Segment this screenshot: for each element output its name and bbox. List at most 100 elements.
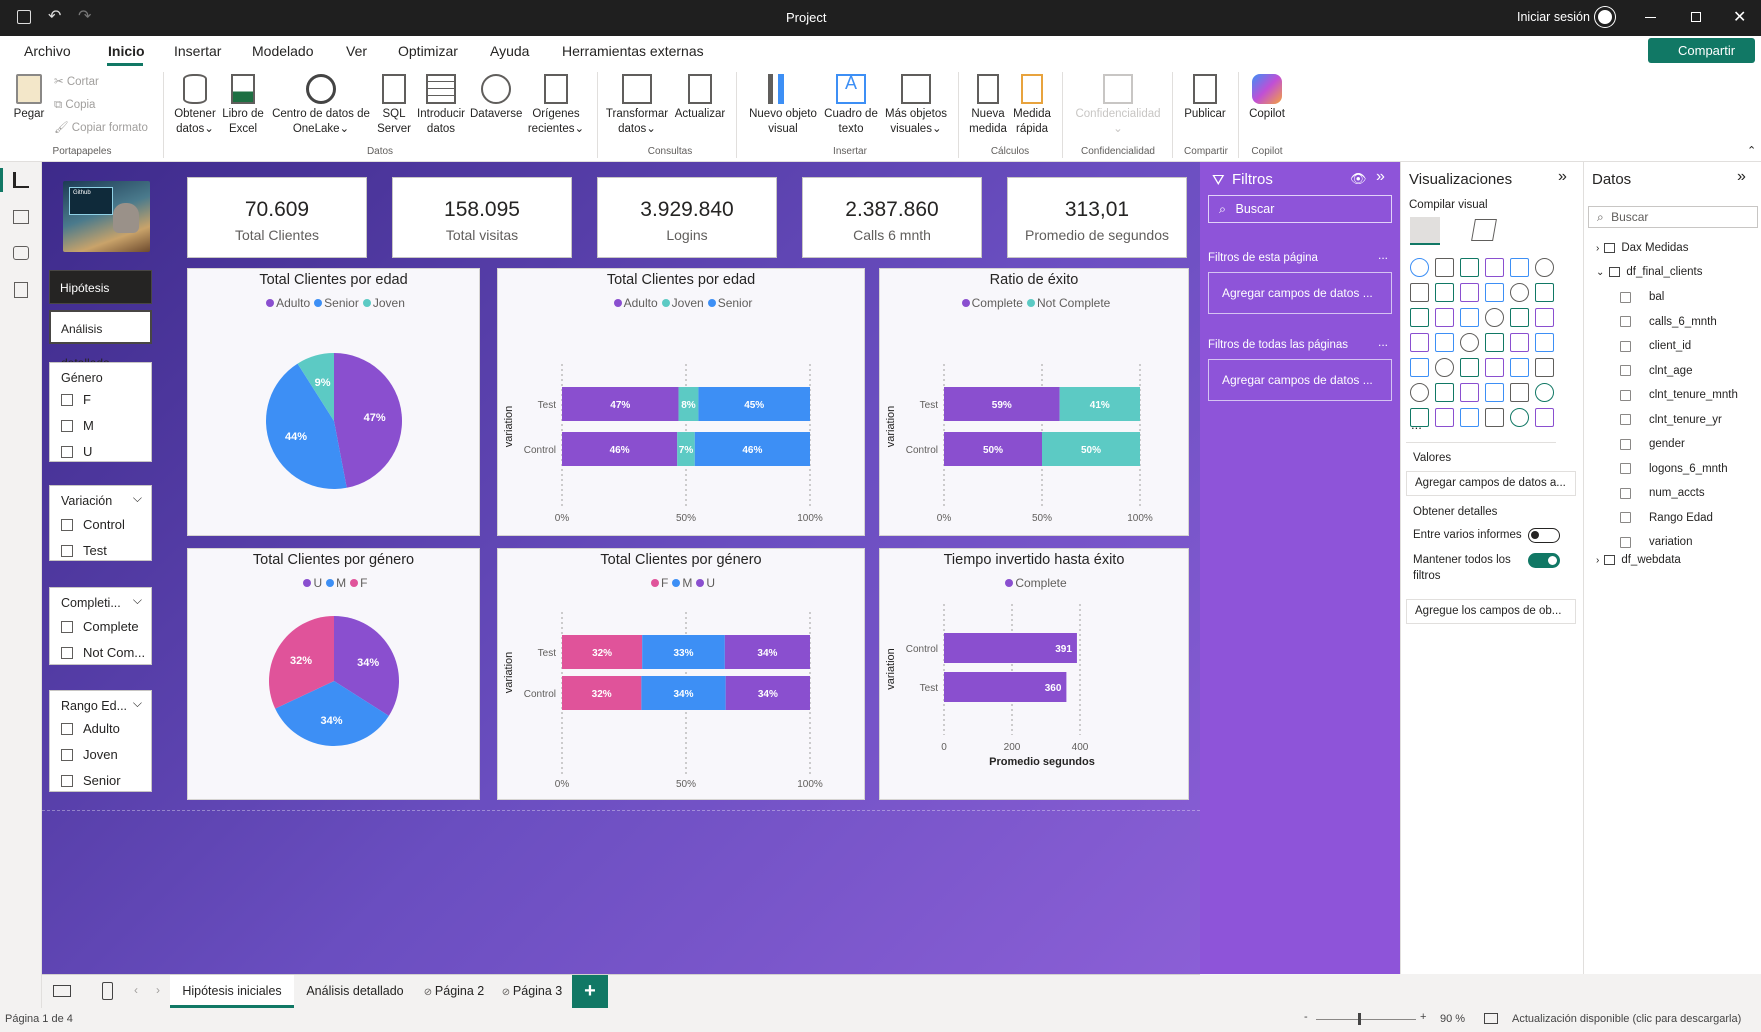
enter-data-button[interactable]: Introducir datos [414, 74, 468, 137]
visual-type-icon[interactable] [1510, 333, 1529, 352]
minimize-icon[interactable] [1645, 17, 1656, 18]
slicer-variacion[interactable]: Variación ⌵ Control Test [49, 485, 152, 561]
fit-to-page-icon[interactable] [1484, 1013, 1498, 1024]
visual-type-icon[interactable] [1510, 408, 1529, 427]
sql-server-button[interactable]: SQL Server [376, 74, 412, 137]
model-view-icon[interactable] [13, 246, 29, 260]
checkbox[interactable] [61, 393, 73, 406]
checkbox[interactable] [1620, 389, 1631, 401]
zoom-slider-thumb[interactable] [1358, 1013, 1361, 1025]
report-canvas[interactable]: Github Hipótesis iniciales Análisis deta… [42, 162, 1200, 974]
kpi-card-logins[interactable]: 3.929.840 Logins [597, 177, 777, 258]
format-painter-button[interactable]: 🖌 Copiar formato [54, 121, 148, 136]
visual-type-icon[interactable] [1485, 308, 1504, 327]
checkbox[interactable] [61, 722, 73, 735]
chart-bar-tiempo-exito[interactable]: Tiempo invertido hasta éxito Complete 02… [879, 548, 1189, 800]
field-item[interactable]: client_id [1620, 340, 1691, 352]
slicer-rango-edad[interactable]: Rango Ed... ⌵ Adulto Joven Senior [49, 690, 152, 792]
slicer-option-u[interactable]: U [61, 444, 92, 459]
chevron-down-icon[interactable]: ⌵ [133, 696, 142, 711]
sensitivity-button[interactable]: Confidencialidad ⌄ [1070, 74, 1166, 137]
checkbox[interactable] [1620, 365, 1631, 376]
maximize-icon[interactable] [1691, 12, 1701, 22]
field-item[interactable]: Rango Edad [1620, 512, 1713, 524]
zoom-out-button[interactable]: - [1304, 1011, 1308, 1023]
visual-type-icon[interactable] [1460, 258, 1479, 277]
checkbox[interactable] [1620, 463, 1631, 474]
tab-analisis-detallado[interactable]: Análisis detallado [296, 975, 414, 1008]
slicer-option-f[interactable]: F [61, 392, 91, 407]
tab-hipotesis-iniciales[interactable]: Hipótesis iniciales [170, 975, 294, 1008]
copy-button[interactable]: ⧉ Copia [54, 98, 95, 113]
slicer-genero[interactable]: Género F M U [49, 362, 152, 462]
excel-button[interactable]: Libro de Excel [220, 74, 266, 137]
visual-type-icon[interactable] [1485, 358, 1504, 377]
visual-type-icon[interactable] [1460, 358, 1479, 377]
slicer-option-control[interactable]: Control [61, 517, 125, 532]
next-page-icon[interactable]: › [156, 983, 160, 997]
visual-type-icon[interactable] [1435, 383, 1454, 402]
checkbox[interactable] [61, 646, 73, 659]
visual-type-icon[interactable] [1460, 308, 1479, 327]
collapse-ribbon-icon[interactable]: ⌃ [1747, 144, 1756, 157]
slicer-option-joven[interactable]: Joven [61, 747, 118, 762]
visual-type-icon[interactable] [1435, 308, 1454, 327]
kpi-card-total-clientes[interactable]: 70.609 Total Clientes [187, 177, 367, 258]
visual-type-icon[interactable] [1535, 333, 1554, 352]
kpi-card-promedio[interactable]: 313,01 Promedio de segundos [1007, 177, 1187, 258]
visual-type-icon[interactable] [1510, 283, 1529, 302]
slicer-option-test[interactable]: Test [61, 543, 107, 558]
all-pages-filter-drop-zone[interactable]: Agregar campos de datos ... [1208, 359, 1392, 401]
paste-button[interactable]: Pegar [10, 74, 48, 122]
cut-button[interactable]: ✂ Cortar [54, 75, 99, 90]
kpi-card-total-visitas[interactable]: 158.095 Total visitas [392, 177, 572, 258]
visual-type-icon[interactable] [1535, 408, 1554, 427]
visual-type-icon[interactable] [1460, 408, 1479, 427]
format-visual-tab-icon[interactable] [1471, 219, 1497, 241]
publish-button[interactable]: Publicar [1180, 74, 1230, 122]
slicer-option-m[interactable]: M [61, 418, 94, 433]
page-filter-drop-zone[interactable]: Agregar campos de datos ... [1208, 272, 1392, 314]
copilot-button[interactable]: Copilot [1244, 74, 1290, 122]
checkbox[interactable] [61, 419, 73, 432]
field-item[interactable]: bal [1620, 291, 1664, 303]
checkbox[interactable] [1620, 512, 1631, 523]
report-view-icon[interactable] [13, 172, 29, 188]
field-item[interactable]: clnt_tenure_mnth [1620, 389, 1738, 401]
field-item[interactable]: calls_6_mnth [1620, 316, 1717, 328]
menu-insertar[interactable]: Insertar [174, 43, 221, 59]
desktop-layout-icon[interactable] [53, 985, 71, 997]
eye-icon[interactable]: 👁 [1350, 171, 1367, 187]
more-options-icon[interactable]: ... [1378, 335, 1388, 349]
update-notice[interactable]: Actualización disponible (clic para desc… [1512, 1013, 1741, 1025]
field-item[interactable]: num_accts [1620, 487, 1705, 499]
recent-sources-button[interactable]: Orígenes recientes⌄ [526, 74, 586, 137]
zoom-slider[interactable] [1316, 1019, 1416, 1020]
more-visuals-button[interactable]: Más objetos visuales⌄ [882, 74, 950, 137]
prev-page-icon[interactable]: ‹ [134, 983, 138, 997]
chart-bar-ratio-exito[interactable]: Ratio de éxito Complete Not Complete 0% 50… [879, 268, 1189, 536]
values-drop-zone[interactable]: Agregar campos de datos a... [1406, 471, 1576, 496]
slicer-option-adulto[interactable]: Adulto [61, 721, 120, 736]
nav-button-hipotesis[interactable]: Hipótesis iniciales [49, 270, 152, 329]
collapse-viz-icon[interactable]: » [1558, 168, 1567, 186]
visual-type-icon[interactable] [1535, 308, 1554, 327]
checkbox[interactable] [1620, 316, 1631, 327]
close-icon[interactable]: ✕ [1733, 7, 1746, 27]
visual-type-icon[interactable] [1460, 333, 1479, 352]
checkbox[interactable] [61, 518, 73, 531]
menu-ver[interactable]: Ver [346, 43, 367, 59]
tab-pagina-3[interactable]: ⊘ Página 3 [494, 975, 570, 1008]
slicer-option-complete[interactable]: Complete [61, 619, 139, 634]
visual-type-icon[interactable] [1435, 408, 1454, 427]
transform-button[interactable]: Transformar datos⌄ [604, 74, 670, 137]
checkbox[interactable] [1620, 340, 1631, 352]
share-button[interactable]: Compartir [1648, 38, 1755, 63]
new-measure-button[interactable]: Nueva medida [966, 74, 1010, 137]
checkbox[interactable] [1620, 291, 1631, 303]
chart-bar-clientes-genero[interactable]: Total Clientes por género FMU 0% 50% 100% v… [497, 548, 865, 800]
visual-type-icon[interactable] [1485, 283, 1504, 302]
kpi-card-calls[interactable]: 2.387.860 Calls 6 mnth [802, 177, 982, 258]
checkbox[interactable] [1620, 487, 1631, 499]
get-data-button[interactable]: Obtener datos⌄ [172, 74, 218, 137]
